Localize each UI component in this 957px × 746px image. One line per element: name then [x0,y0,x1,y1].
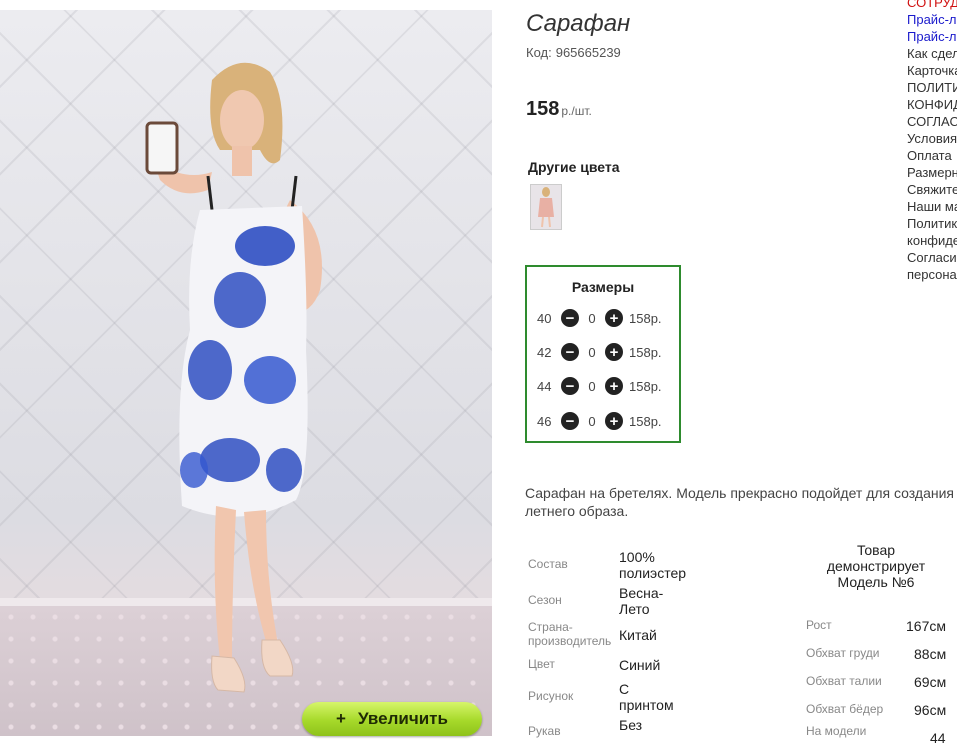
size-price: 158р. [629,378,662,394]
size-price: 158р. [629,413,662,429]
attribute-value-line: Весна- [619,585,664,601]
size-row: 46 − 0 + 158р. [537,411,662,431]
description-line: летнего образа. [525,503,629,519]
size-price: 158р. [629,310,662,326]
model-heading-line: Товар [856,542,896,558]
model-figure [145,62,322,693]
side-menu-item[interactable]: персональных данных [907,266,957,283]
model-heading-line: демонстрирует [826,558,926,574]
quantity-value[interactable]: 0 [579,414,605,429]
plus-icon[interactable]: + [605,412,623,430]
attribute-value-line: Китай [619,627,657,643]
size-label: 42 [537,344,552,360]
measure-label: Обхват бёдер [806,702,884,716]
attribute-value-line: С [619,681,630,697]
attribute-label: Состав [528,557,568,571]
measure-value: 69см [914,674,947,690]
side-menu-item[interactable]: Политика [907,215,957,232]
attribute-label: Страна- производитель [528,620,611,648]
measure-value: 96см [914,702,947,718]
side-menu-link[interactable]: Прайс-лист [907,11,957,28]
attribute-value-line: принтом [619,697,674,713]
side-menu-item[interactable]: Наши магазины [907,198,957,215]
side-menu-item[interactable]: СОТРУДНИЧЕСТВО [907,0,957,11]
attribute-label: Цвет [528,657,555,671]
attribute-value-line: Без [619,717,643,733]
price-value: 158 [526,98,560,120]
product-description: Сарафан на бретелях. Модель прекрасно по… [525,484,957,520]
product-code: Код: 965665239 [526,45,625,60]
minus-icon[interactable]: − [561,343,579,361]
attribute-value: Синий [619,657,660,673]
quantity-value[interactable]: 0 [579,345,605,360]
plus-icon: + [336,709,346,728]
size-price: 158р. [629,344,662,360]
side-menu-item[interactable]: Условия [907,130,957,147]
color-swatch-thumbnail[interactable] [530,184,562,230]
side-menu-item[interactable]: Оплата [907,147,957,164]
attribute-value: Весна- Лето [619,585,663,617]
side-menu-item[interactable]: ПОЛИТИКА [907,79,957,96]
attribute-label-line: Страна- [528,620,573,634]
enlarge-button[interactable]: + Увеличить [302,702,482,736]
attribute-value: Без [619,717,642,733]
thumbnail-figure [531,185,561,229]
attribute-label-line: производитель [528,634,612,648]
model-heading: Товар демонстрирует Модель №6 [806,542,946,590]
sizes-title: Размеры [571,279,635,295]
measure-value: 88см [914,646,947,662]
side-menu-item[interactable]: Как сделать заказ [907,45,957,62]
attribute-label: Сезон [528,593,562,607]
attribute-label: Рисунок [528,689,574,703]
side-menu-item[interactable]: КОНФИДЕНЦИАЛЬНОСТИ [907,96,957,113]
measure-value: 44 [930,730,946,746]
size-label: 44 [537,378,552,394]
side-menu-item[interactable]: Согласие на обработку [907,249,957,266]
size-row: 42 − 0 + 158р. [537,342,662,362]
attribute-value: 100% полиэстер [619,549,686,581]
side-menu-item[interactable]: Карточка [907,62,957,79]
quantity-value[interactable]: 0 [579,311,605,326]
attribute-value: С принтом [619,681,674,713]
product-photo[interactable] [0,10,492,736]
enlarge-label: Увеличить [357,709,448,728]
plus-icon[interactable]: + [605,343,623,361]
attribute-value-line: 100% [619,549,655,565]
attribute-value: Китай [619,627,657,643]
measure-label: Обхват талии [806,674,882,688]
side-menu-item[interactable]: Размерная сетка [907,164,957,181]
size-label: 46 [537,413,552,429]
minus-icon[interactable]: − [561,377,579,395]
attribute-value-line: полиэстер [619,565,687,581]
code-value: 965665239 [555,45,621,60]
size-label: 40 [537,310,552,326]
side-menu-item[interactable]: Свяжитесь с нами [907,181,957,198]
side-menu-item[interactable]: СОГЛАСИЕ [907,113,957,130]
price-unit: р./шт. [561,104,592,118]
sizes-panel: Размеры 40 − 0 + 158р. 42 − 0 + 158р. 44… [525,265,681,443]
other-colors-heading: Другие цвета [528,159,620,175]
size-row: 40 − 0 + 158р. [537,308,662,328]
side-menu: СОТРУДНИЧЕСТВО Прайс-лист Прайс-лист Как… [907,0,957,283]
attribute-value-line: Лето [619,601,650,617]
side-menu-item[interactable]: конфиденциальности [907,232,957,249]
quantity-value[interactable]: 0 [579,379,605,394]
minus-icon[interactable]: − [561,412,579,430]
measure-label: Рост [806,618,832,632]
model-heading-line: Модель №6 [837,574,915,590]
product-title: Сарафан [526,10,631,37]
measure-label: Обхват груди [806,646,880,660]
attribute-value-line: Синий [619,657,661,673]
description-line: Сарафан на бретелях. Модель прекрасно по… [525,485,955,501]
measure-value: 167см [906,618,946,634]
side-menu-link[interactable]: Прайс-лист [907,28,957,45]
size-row: 44 − 0 + 158р. [537,376,662,396]
product-price: 158 р./шт. [526,98,592,121]
plus-icon[interactable]: + [605,377,623,395]
minus-icon[interactable]: − [561,309,579,327]
code-label: Код: [526,45,552,60]
plus-icon[interactable]: + [605,309,623,327]
